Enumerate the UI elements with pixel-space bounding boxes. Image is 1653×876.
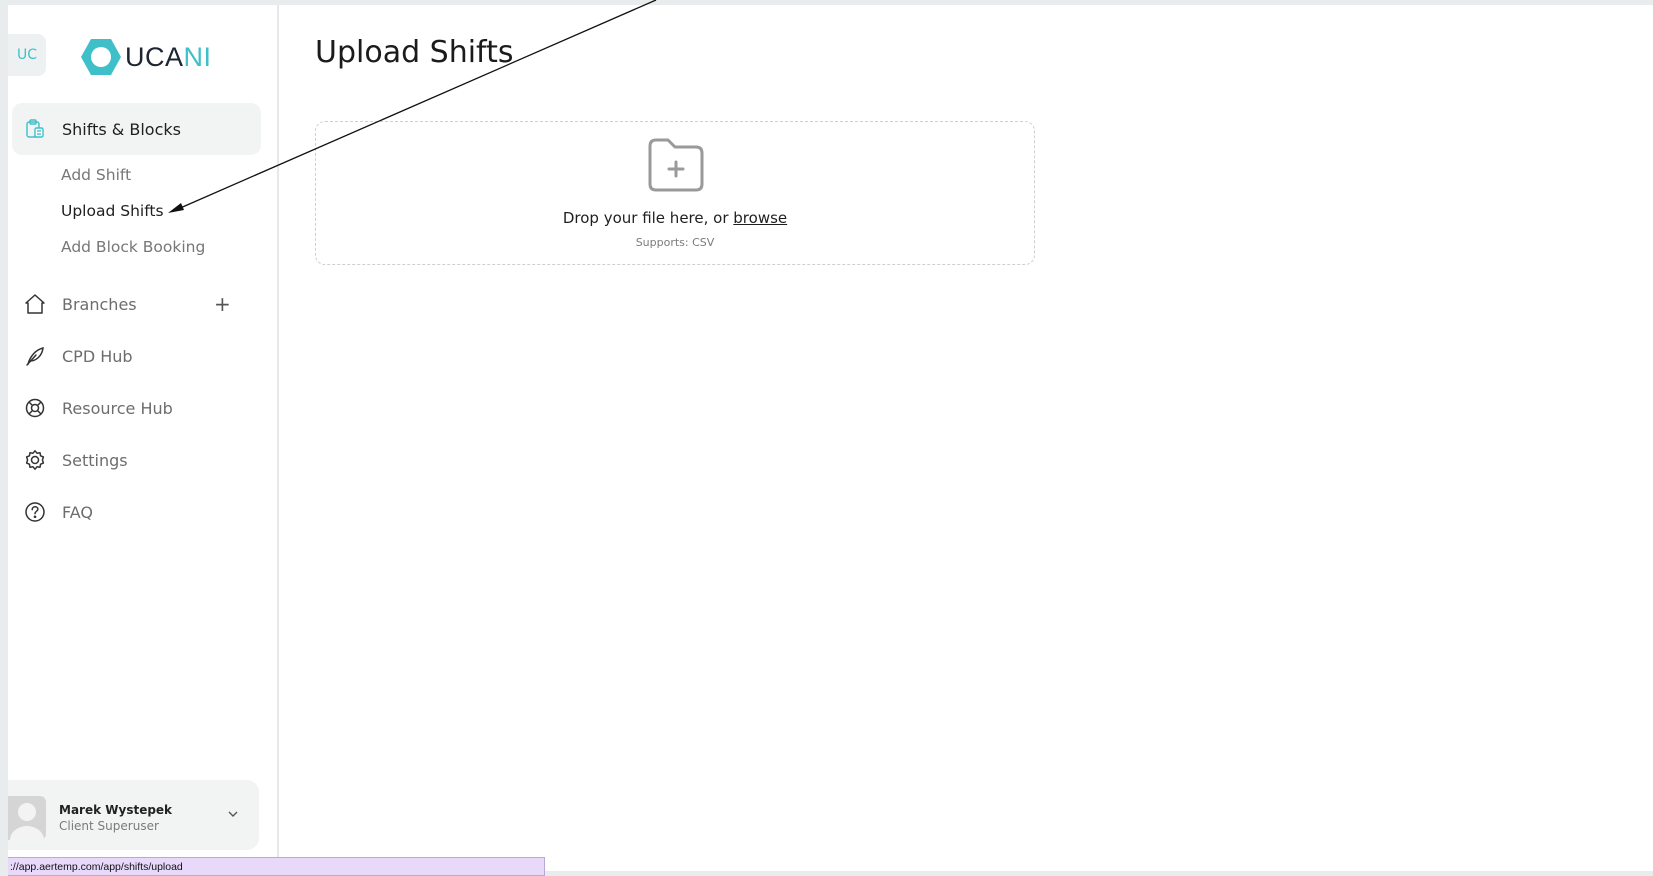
sidebar: UC UCANI Shifts & Blocks Add Shift Uploa… bbox=[8, 5, 279, 871]
hexagon-logo-icon bbox=[81, 39, 121, 75]
nav-resource-hub-label: Resource Hub bbox=[62, 398, 173, 418]
lifebuoy-icon bbox=[25, 398, 45, 418]
org-badge[interactable]: UC bbox=[8, 34, 46, 76]
ucani-logo[interactable]: UCANI bbox=[80, 35, 212, 79]
logo-text: UCANI bbox=[125, 41, 212, 72]
nav-resource-hub[interactable]: Resource Hub bbox=[12, 388, 261, 428]
nav-add-shift[interactable]: Add Shift bbox=[61, 166, 131, 184]
nav-faq[interactable]: FAQ bbox=[12, 492, 261, 532]
nav-cpd-hub-label: CPD Hub bbox=[62, 346, 133, 366]
clipboard-icon bbox=[26, 119, 44, 138]
app-window: UC UCANI Shifts & Blocks Add Shift Uploa… bbox=[8, 5, 1653, 876]
add-branch-button[interactable]: + bbox=[214, 294, 231, 314]
nav-upload-shifts[interactable]: Upload Shifts bbox=[61, 202, 164, 220]
avatar bbox=[8, 796, 46, 840]
user-name: Marek Wystepek bbox=[59, 803, 173, 817]
nav-settings-label: Settings bbox=[62, 450, 128, 470]
status-bar-url: ://app.aertemp.com/app/shifts/upload bbox=[8, 857, 545, 876]
nav-shifts-blocks[interactable]: Shifts & Blocks bbox=[12, 103, 261, 155]
user-menu[interactable]: Marek Wystepek Client Superuser bbox=[8, 780, 259, 850]
nav-cpd-hub[interactable]: CPD Hub bbox=[12, 336, 261, 376]
feather-icon bbox=[26, 347, 44, 366]
folder-plus-icon bbox=[648, 138, 704, 192]
supported-formats: Supports: CSV bbox=[635, 236, 715, 249]
dropzone-text: Drop your file here, or browse bbox=[562, 209, 788, 227]
user-role: Client Superuser bbox=[59, 819, 159, 833]
nav-shifts-blocks-label: Shifts & Blocks bbox=[62, 119, 181, 139]
nav-branches-label: Branches bbox=[62, 294, 137, 314]
file-dropzone[interactable]: Drop your file here, or browse Supports:… bbox=[315, 121, 1035, 265]
home-icon bbox=[25, 294, 45, 314]
question-circle-icon bbox=[25, 502, 45, 522]
browse-link[interactable]: browse bbox=[733, 209, 787, 227]
nav-add-block-booking[interactable]: Add Block Booking bbox=[61, 238, 205, 256]
gear-icon bbox=[25, 450, 45, 470]
nav-settings[interactable]: Settings bbox=[12, 440, 261, 480]
page-title: Upload Shifts bbox=[315, 35, 514, 70]
user-silhouette-icon bbox=[10, 803, 44, 840]
nav-faq-label: FAQ bbox=[62, 502, 93, 522]
chevron-down-icon[interactable] bbox=[226, 807, 240, 821]
